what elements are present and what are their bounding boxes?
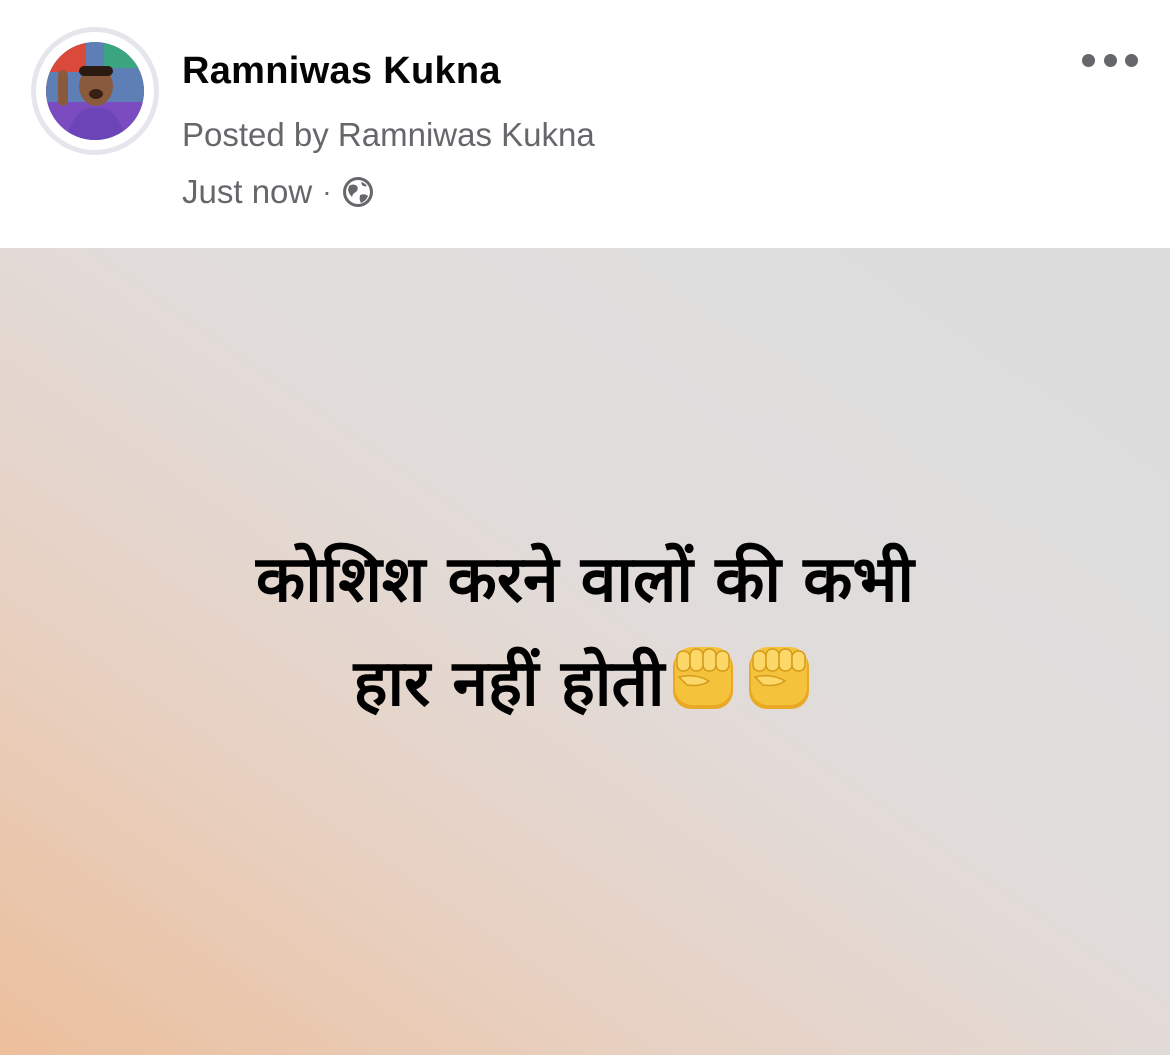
more-dot xyxy=(1125,53,1138,67)
more-dot xyxy=(1103,53,1117,67)
avatar-photo xyxy=(46,42,144,140)
post-background: कोशिश करने वालों की कभी हार नहीं होती xyxy=(0,248,1170,1055)
raised-fist-icon xyxy=(741,639,817,715)
post-text-line-1: कोशिश करने वालों की कभी xyxy=(256,543,914,617)
profile-avatar[interactable] xyxy=(36,32,154,150)
globe-icon[interactable] xyxy=(340,174,376,210)
raised-fist-icon xyxy=(665,639,741,715)
post-text-line-2-text: हार नहीं होती xyxy=(353,647,665,721)
post-text: कोशिश करने वालों की कभी हार नहीं होती xyxy=(60,528,1110,736)
facebook-post: Ramniwas Kukna Posted by Ramniwas Kukna … xyxy=(0,0,1170,1055)
author-name[interactable]: Ramniwas Kukna xyxy=(182,50,501,93)
more-dot xyxy=(1082,53,1095,67)
post-meta: Just now · xyxy=(182,170,376,214)
timestamp[interactable]: Just now xyxy=(182,173,312,211)
more-options-icon[interactable] xyxy=(1082,44,1138,76)
posted-by-label: Posted by Ramniwas Kukna xyxy=(182,116,595,153)
post-text-line-2: हार नहीं होती xyxy=(60,632,1110,736)
meta-separator: · xyxy=(322,176,332,207)
post-header: Ramniwas Kukna Posted by Ramniwas Kukna … xyxy=(0,0,1170,248)
